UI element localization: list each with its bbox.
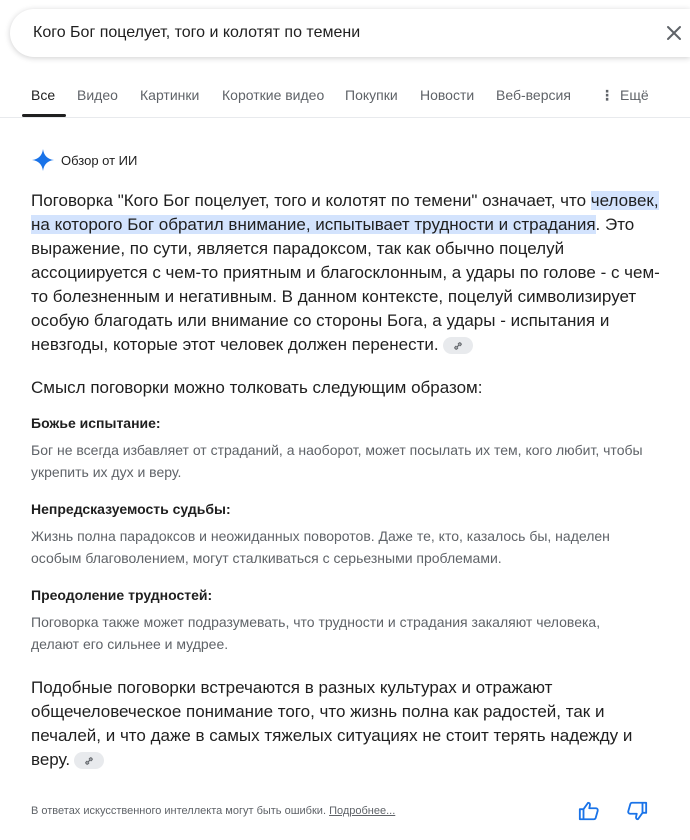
- thumbs-up-icon: [578, 801, 599, 821]
- tab-video[interactable]: Видео: [77, 87, 118, 103]
- item-title: Непредсказуемость судьбы:: [31, 501, 231, 517]
- active-tab-indicator: [22, 114, 66, 117]
- paragraph-text: Поговорка "Кого Бог поцелует, того и кол…: [31, 191, 591, 210]
- tab-short-videos[interactable]: Короткие видео: [222, 87, 324, 103]
- item-description: Жизнь полна парадоксов и неожиданных пов…: [31, 528, 610, 566]
- ai-overview-header: Обзор от ИИ: [31, 148, 137, 172]
- learn-more-link[interactable]: Подробнее...: [329, 805, 395, 817]
- tab-web[interactable]: Веб-версия: [496, 87, 571, 103]
- ai-overview-conclusion: Подобные поговорки встречаются в разных …: [31, 676, 671, 772]
- search-box[interactable]: Кого Бог поцелует, того и колотят по тем…: [10, 9, 690, 57]
- tab-more-label: Ещё: [620, 87, 649, 103]
- tab-all[interactable]: Все: [31, 87, 55, 103]
- item-title: Божье испытание:: [31, 415, 161, 431]
- tab-more[interactable]: ⋮ Ещё: [600, 87, 649, 104]
- thumbs-up-button[interactable]: [578, 800, 600, 822]
- paragraph-text-continued: . Это выражение, по сути, является парад…: [31, 215, 660, 354]
- tab-shopping[interactable]: Покупки: [345, 87, 398, 103]
- tab-news[interactable]: Новости: [420, 87, 474, 103]
- item-title: Преодоление трудностей:: [31, 587, 213, 603]
- ai-overview-title: Обзор от ИИ: [61, 152, 138, 168]
- more-vert-icon: ⋮: [600, 87, 614, 103]
- disclaimer-text: В ответах искусственного интеллекта могу…: [31, 805, 326, 817]
- link-icon: [453, 341, 462, 350]
- source-link-button[interactable]: [74, 752, 105, 770]
- tab-images[interactable]: Картинки: [140, 87, 199, 103]
- close-icon: [667, 26, 681, 40]
- ai-overview-paragraph: Поговорка "Кого Бог поцелует, того и кол…: [31, 189, 671, 357]
- item-description: Бог не всегда избавляет от страданий, а …: [31, 442, 643, 480]
- item-description: Поговорка также может подразумевать, что…: [31, 614, 601, 652]
- conclusion-text: Подобные поговорки встречаются в разных …: [31, 678, 633, 769]
- source-link-button[interactable]: [442, 337, 473, 355]
- sparkle-icon: [32, 149, 54, 171]
- link-icon: [85, 756, 93, 765]
- ai-disclaimer: В ответах искусственного интеллекта могу…: [31, 805, 395, 817]
- search-input[interactable]: Кого Бог поцелует, того и колотят по тем…: [33, 24, 360, 42]
- clear-search-button[interactable]: [662, 21, 686, 45]
- search-tabs: Все Видео Картинки Короткие видео Покупк…: [0, 82, 690, 118]
- meaning-subheading: Смысл поговорки можно толковать следующи…: [31, 378, 483, 397]
- thumbs-down-button[interactable]: [626, 800, 648, 822]
- thumbs-down-icon: [627, 801, 648, 821]
